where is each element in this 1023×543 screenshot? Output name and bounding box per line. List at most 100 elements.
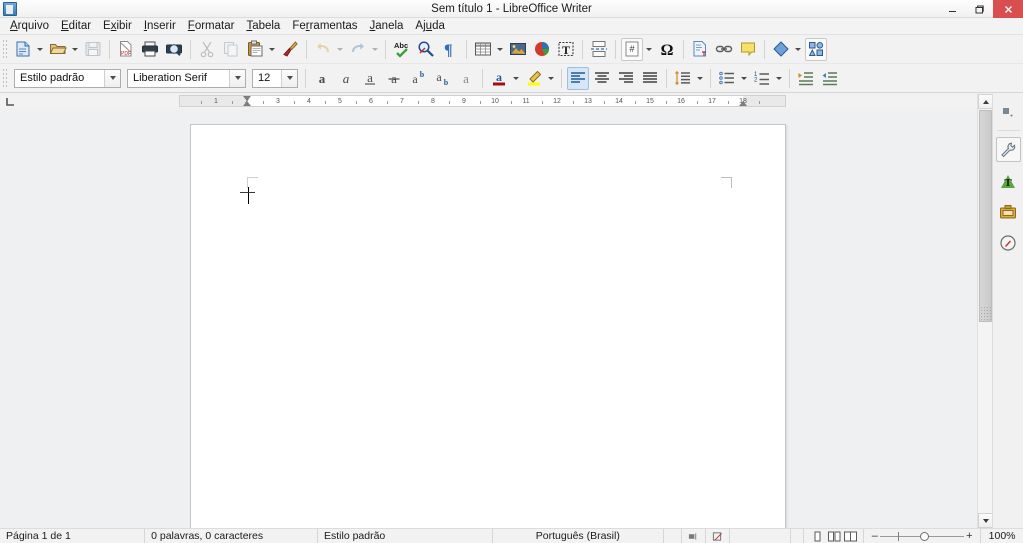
undo-dropdown[interactable] <box>335 38 345 61</box>
redo-dropdown[interactable] <box>370 38 380 61</box>
basic-shapes-button[interactable] <box>770 38 792 61</box>
chevron-down-icon[interactable] <box>281 69 297 87</box>
chevron-down-icon[interactable] <box>229 69 245 87</box>
insert-hyperlink-button[interactable] <box>713 38 735 61</box>
unordered-list-button[interactable] <box>716 67 738 90</box>
toolbar-grip[interactable] <box>2 67 9 89</box>
find-replace-button[interactable] <box>415 38 437 61</box>
paste-button[interactable] <box>244 38 266 61</box>
insert-field-button[interactable]: # <box>621 37 643 61</box>
zoom-slider-handle[interactable] <box>919 531 929 541</box>
clone-formatting-button[interactable] <box>279 38 301 61</box>
bold-button[interactable]: a <box>311 67 333 90</box>
tab-stop-left-icon[interactable] <box>4 96 16 107</box>
subscript-button[interactable]: a b <box>431 67 453 90</box>
strikethrough-button[interactable]: a <box>383 67 405 90</box>
zoom-slider[interactable]: – + <box>864 528 982 543</box>
align-center-button[interactable] <box>591 67 613 90</box>
new-document-dropdown[interactable] <box>35 38 45 61</box>
font-name-combobox[interactable]: Liberation Serif <box>127 68 246 88</box>
copy-button[interactable] <box>220 38 242 61</box>
insert-field-dropdown[interactable] <box>644 38 654 61</box>
new-document-button[interactable] <box>12 38 34 61</box>
sidebar-settings-button[interactable] <box>996 100 1021 125</box>
insert-text-box-button[interactable]: T <box>555 38 577 61</box>
formatting-marks-button[interactable]: ¶ <box>439 38 461 61</box>
decrease-indent-button[interactable] <box>819 67 841 90</box>
selection-mode-icon[interactable] <box>682 528 706 543</box>
align-right-button[interactable] <box>615 67 637 90</box>
chevron-down-icon[interactable] <box>104 69 120 87</box>
italic-button[interactable]: a <box>335 67 357 90</box>
align-left-button[interactable] <box>567 66 589 90</box>
sidebar-properties-button[interactable] <box>995 137 1021 162</box>
ordered-list-button[interactable]: 1 2 <box>751 67 773 90</box>
scroll-down-icon[interactable] <box>978 513 993 528</box>
unordered-list-dropdown[interactable] <box>739 67 749 90</box>
increase-indent-button[interactable] <box>795 67 817 90</box>
menu-exibir[interactable]: Exibir <box>97 18 138 35</box>
multi-page-view-icon[interactable] <box>827 531 841 542</box>
status-words[interactable]: 0 palavras, 0 caracteres <box>145 528 318 543</box>
export-pdf-button[interactable]: PDF <box>115 38 137 61</box>
basic-shapes-dropdown[interactable] <box>793 38 803 61</box>
print-button[interactable] <box>139 38 161 61</box>
insert-footnote-button[interactable] <box>689 38 711 61</box>
sidebar-navigator-button[interactable] <box>996 230 1021 255</box>
paste-dropdown[interactable] <box>267 38 277 61</box>
insert-chart-button[interactable] <box>531 38 553 61</box>
highlight-color-dropdown[interactable] <box>546 67 556 90</box>
font-size-combobox[interactable]: 12 <box>252 68 298 88</box>
open-dropdown[interactable] <box>70 38 80 61</box>
spelling-button[interactable]: Abc <box>391 38 413 61</box>
restore-icon[interactable] <box>966 0 993 18</box>
insert-table-button[interactable] <box>472 38 494 61</box>
close-icon[interactable] <box>993 0 1023 18</box>
insert-image-button[interactable] <box>507 38 529 61</box>
font-color-dropdown[interactable] <box>511 67 521 90</box>
horizontal-ruler[interactable]: 1 2 3 4 5 6 7 8 9 10 11 12 13 14 15 16 17 18 <box>179 95 786 107</box>
ordered-list-dropdown[interactable] <box>774 67 784 90</box>
status-language[interactable]: Português (Brasil) <box>493 528 664 543</box>
book-view-icon[interactable] <box>843 531 857 542</box>
status-digital-signature[interactable] <box>730 528 792 543</box>
unsaved-changes-icon[interactable] <box>706 528 730 543</box>
menu-arquivo[interactable]: Arquivo <box>4 18 55 35</box>
menu-inserir[interactable]: Inserir <box>138 18 182 35</box>
minimize-icon[interactable] <box>939 0 966 18</box>
menu-formatar[interactable]: Formatar <box>182 18 241 35</box>
zoom-out-button[interactable]: – <box>870 529 880 543</box>
line-spacing-button[interactable] <box>672 67 694 90</box>
menu-ferramentas[interactable]: Ferramentas <box>286 18 363 35</box>
clear-formatting-button[interactable]: a <box>455 67 477 90</box>
save-button[interactable] <box>82 38 104 61</box>
toolbar-grip[interactable] <box>2 38 9 60</box>
zoom-in-button[interactable]: + <box>964 529 974 543</box>
sidebar-gallery-button[interactable] <box>996 199 1021 224</box>
underline-button[interactable]: a <box>359 67 381 90</box>
status-style[interactable]: Estilo padrão <box>318 528 493 543</box>
open-button[interactable] <box>47 38 69 61</box>
status-insert-mode[interactable] <box>664 528 682 543</box>
highlight-color-button[interactable] <box>523 67 545 90</box>
document-page[interactable] <box>190 124 786 528</box>
menu-editar[interactable]: Editar <box>55 18 97 35</box>
zoom-level[interactable]: 100% <box>981 529 1023 543</box>
zoom-slider-track[interactable] <box>879 531 965 542</box>
show-draw-functions-button[interactable] <box>805 37 827 61</box>
print-preview-button[interactable] <box>163 38 185 61</box>
scrollbar-thumb[interactable] <box>979 110 992 322</box>
font-color-button[interactable]: a <box>488 67 510 90</box>
status-page[interactable]: Página 1 de 1 <box>0 528 146 543</box>
vertical-scrollbar[interactable] <box>977 94 993 528</box>
special-character-button[interactable]: Ω <box>656 38 678 61</box>
single-page-view-icon[interactable] <box>812 531 824 542</box>
sidebar-styles-button[interactable]: T <box>996 168 1021 193</box>
scroll-up-icon[interactable] <box>978 94 993 109</box>
menu-tabela[interactable]: Tabela <box>240 18 286 35</box>
insert-comment-button[interactable] <box>737 38 759 61</box>
cut-button[interactable] <box>196 38 218 61</box>
superscript-button[interactable]: a b <box>407 67 429 90</box>
document-area[interactable] <box>0 108 989 528</box>
paragraph-style-combobox[interactable]: Estilo padrão <box>14 68 121 88</box>
